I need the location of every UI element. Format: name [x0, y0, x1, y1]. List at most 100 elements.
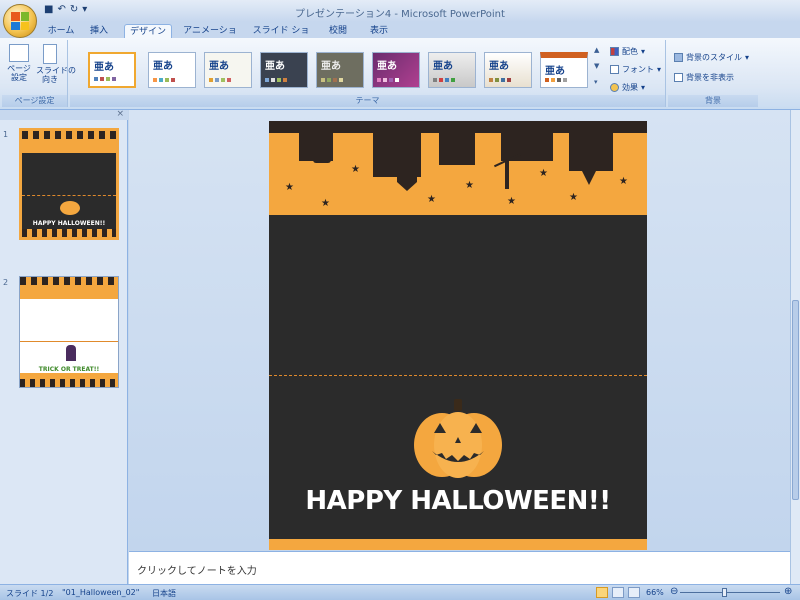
- star-icon: ★: [507, 196, 516, 207]
- star-icon: ★: [569, 192, 578, 203]
- witch-icon: [66, 345, 76, 361]
- house-silhouette: [439, 131, 475, 165]
- slide-thumbnail-1[interactable]: HAPPY HALLOWEEN!!: [19, 128, 119, 240]
- page-setup-group: ページ 設定 スライドの 向き ページ設定: [2, 40, 76, 107]
- star-icon: ★: [465, 180, 474, 191]
- theme-thumbnail[interactable]: 亜あ: [316, 52, 364, 88]
- theme-thumb-text: 亜あ: [321, 61, 341, 72]
- tab-view[interactable]: 表示: [364, 24, 394, 39]
- zoom-out-icon[interactable]: ⊖: [670, 586, 678, 597]
- tab-design[interactable]: デザイン: [124, 24, 172, 39]
- background-style-button[interactable]: 背景のスタイル ▾: [674, 52, 749, 63]
- zoom-in-icon[interactable]: ⊕: [784, 586, 792, 597]
- tab-slideshow[interactable]: スライド ショー: [250, 24, 312, 50]
- slide-sorter-button[interactable]: [612, 587, 624, 598]
- background-style-icon: [674, 53, 683, 62]
- theme-thumbnail[interactable]: 亜あ: [148, 52, 196, 88]
- thumb-caption: TRICK OR TREAT!!: [38, 366, 100, 373]
- scroll-thumb[interactable]: [792, 300, 799, 500]
- themes-scroll-up-icon[interactable]: ▲: [594, 46, 599, 54]
- zoom-slider-handle[interactable]: [722, 588, 727, 597]
- theme-thumb-text: 亜あ: [377, 61, 397, 72]
- effects-button[interactable]: 効果 ▾: [610, 82, 645, 93]
- slide-headline: HAPPY HALLOWEEN!!: [305, 486, 611, 516]
- star-icon: ★: [427, 194, 436, 205]
- office-button[interactable]: [3, 4, 37, 38]
- zoom-level[interactable]: 66%: [646, 588, 664, 597]
- colors-button-label: 配色: [622, 47, 638, 56]
- theme-thumbnail[interactable]: 亜あ: [484, 52, 532, 88]
- background-group-label: 背景: [668, 95, 758, 107]
- theme-thumbnail[interactable]: 亜あ: [88, 52, 136, 88]
- slide-number: 1: [3, 130, 9, 139]
- theme-name: "01_Halloween_02": [62, 588, 140, 597]
- thumb-caption: HAPPY HALLOWEEN!!: [32, 220, 106, 227]
- fonts-button[interactable]: フォント ▾: [610, 64, 661, 75]
- slide-orientation-label: スライドの 向き: [36, 66, 76, 84]
- window-title: プレゼンテーション4 - Microsoft PowerPoint: [295, 9, 505, 20]
- hide-background-label: 背景を非表示: [686, 73, 734, 82]
- page-setup-button-label: ページ 設定: [7, 64, 31, 82]
- language-indicator[interactable]: 日本語: [152, 588, 176, 599]
- themes-more-icon[interactable]: ▾: [594, 78, 598, 86]
- panel-tabs: ×: [0, 109, 128, 120]
- theme-thumb-text: 亜あ: [153, 61, 173, 72]
- themes-scroll-down-icon[interactable]: ▼: [594, 62, 599, 70]
- title-bar: ■ ↶ ↻ ▾ プレゼンテーション4 - Microsoft PowerPoin…: [0, 0, 800, 22]
- office-logo-icon: [11, 12, 29, 30]
- colors-icon: [610, 47, 619, 56]
- slide-indicator: スライド 1/2: [6, 589, 54, 598]
- background-style-dropdown-icon: ▾: [745, 53, 750, 62]
- background-style-label: 背景のスタイル: [686, 53, 742, 62]
- theme-thumbnail[interactable]: 亜あ: [204, 52, 252, 88]
- theme-thumbnail[interactable]: 亜あ: [372, 52, 420, 88]
- colors-dropdown-icon: ▾: [641, 47, 646, 56]
- effects-icon: [610, 83, 619, 92]
- orientation-icon: [43, 44, 57, 64]
- theme-thumb-text: 亜あ: [209, 61, 229, 72]
- ribbon: ページ 設定 スライドの 向き ページ設定 亜あ 亜あ 亜あ 亜あ 亜あ 亜あ …: [0, 38, 800, 110]
- colors-button[interactable]: 配色 ▾: [610, 46, 645, 57]
- page-setup-group-label: ページ設定: [2, 95, 67, 107]
- star-icon: ★: [539, 168, 548, 179]
- house-silhouette: [313, 149, 331, 163]
- theme-thumb-text: 亜あ: [433, 61, 453, 72]
- tab-home[interactable]: ホーム: [44, 24, 78, 39]
- star-icon: ★: [619, 176, 628, 187]
- halloween-bottom-band: [269, 539, 647, 550]
- theme-thumbnail[interactable]: 亜あ: [428, 52, 476, 88]
- jack-o-lantern-icon: [414, 399, 502, 478]
- tab-review[interactable]: 校閲: [322, 24, 354, 39]
- fold-line: [269, 375, 647, 376]
- zoom-slider[interactable]: [680, 592, 780, 593]
- theme-thumbnail[interactable]: 亜あ: [540, 52, 588, 88]
- theme-thumb-text: 亜あ: [489, 61, 509, 72]
- slide-number: 2: [3, 278, 9, 287]
- notes-placeholder: クリックしてノートを入力: [137, 566, 257, 577]
- current-slide[interactable]: ★ ★ ★ ★ ★ ★ ★ ★ ★ HAPPY HALLOWEEN!!: [269, 121, 647, 550]
- fonts-button-label: フォント: [622, 65, 654, 74]
- hide-background-checkbox[interactable]: 背景を非表示: [674, 72, 734, 83]
- tab-animation[interactable]: アニメーション: [180, 24, 240, 50]
- tab-insert[interactable]: 挿入: [86, 24, 112, 39]
- checkbox-icon: [674, 73, 683, 82]
- slide-thumbnail-2[interactable]: TRICK OR TREAT!!: [19, 276, 119, 388]
- vertical-scrollbar[interactable]: [790, 110, 800, 584]
- slide-orientation-button[interactable]: スライドの 向き: [36, 44, 76, 84]
- slideshow-view-button[interactable]: [628, 587, 640, 598]
- ribbon-tabs: ホーム 挿入 デザイン アニメーション スライド ショー 校閲 表示: [0, 22, 800, 50]
- theme-thumbnail[interactable]: 亜あ: [260, 52, 308, 88]
- page-setup-button[interactable]: ページ 設定: [5, 44, 33, 82]
- themes-group: 亜あ 亜あ 亜あ 亜あ 亜あ 亜あ 亜あ 亜あ 亜あ ▲ ▼ ▾ 配色 ▾ フォ…: [70, 40, 666, 107]
- background-group: 背景のスタイル ▾ 背景を非表示 背景: [668, 40, 758, 107]
- effects-dropdown-icon: ▾: [641, 83, 646, 92]
- close-panel-icon[interactable]: ×: [116, 109, 124, 119]
- normal-view-button[interactable]: [596, 587, 608, 598]
- star-icon: ★: [351, 164, 360, 175]
- notes-pane[interactable]: クリックしてノートを入力: [129, 551, 790, 584]
- star-icon: ★: [321, 198, 330, 209]
- pumpkin-icon: [60, 201, 80, 215]
- house-silhouette: [569, 131, 613, 171]
- slides-panel: × 1 HAPPY HALLOWEEN!! 2 TRICK OR TREAT!!: [0, 109, 128, 584]
- status-bar: スライド 1/2 "01_Halloween_02" 日本語 66% ⊖ ⊕: [0, 584, 800, 600]
